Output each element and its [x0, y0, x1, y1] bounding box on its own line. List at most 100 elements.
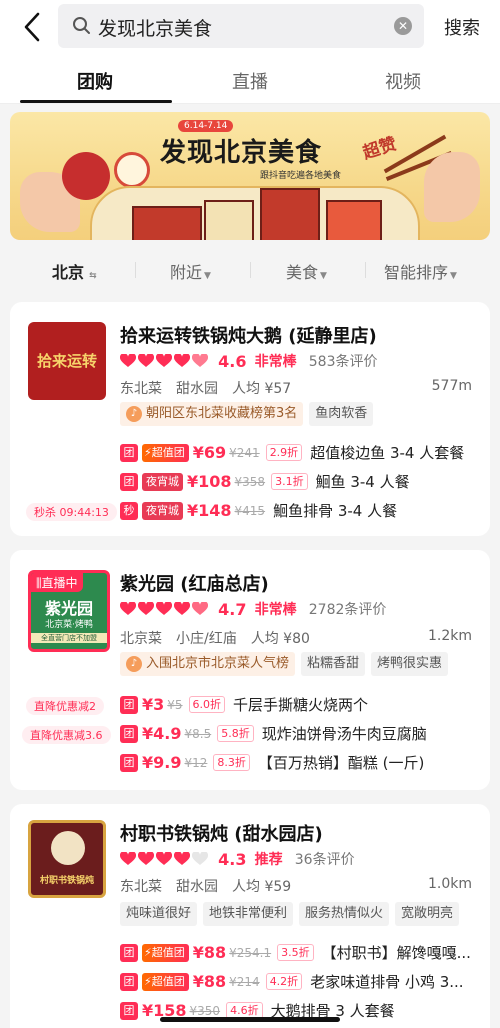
thumbnail-logo-text: 村职书铁锅炖	[39, 876, 94, 886]
score-label: 推荐	[254, 852, 283, 868]
shop-card[interactable]: 村职书铁锅炖 村职书铁锅炖 (甜水园店) 4.3 推荐 36条评价 东北菜 甜水园…	[10, 804, 490, 1028]
review-count[interactable]: 2782条评价	[309, 602, 387, 618]
tab-video[interactable]: 视频	[348, 68, 458, 94]
heart-icon	[155, 353, 173, 368]
deal-price: ¥9.9	[142, 753, 182, 772]
chevron-left-icon	[24, 12, 40, 42]
building-illustration	[260, 188, 320, 240]
tab-group-buy[interactable]: 团购	[40, 68, 150, 94]
map-illustration	[90, 186, 420, 240]
rank-tag[interactable]: ♪ 朝阳区东北菜收藏榜第3名	[120, 402, 304, 426]
deal-price: ¥148	[187, 501, 232, 520]
discount: 4.2折	[265, 973, 303, 990]
deal-item[interactable]: 团 ⚡超值团 ¥69 ¥241 2.9折 超值梭边鱼 3-4 人套餐	[120, 442, 464, 464]
deal-kind: 团	[120, 472, 138, 491]
filter-city[interactable]: 北京 ⇆	[52, 259, 97, 283]
tab-live[interactable]: 直播	[195, 68, 305, 94]
thumbnail-subtitle: 北京菜·烤鸭	[45, 620, 93, 630]
deal-kind: 团	[120, 943, 138, 962]
caret-down-icon: ▼	[320, 271, 327, 281]
deal-kind: 团	[120, 443, 138, 462]
filter-sort[interactable]: 智能排序 ▼	[384, 259, 457, 283]
original-price: ¥12	[184, 755, 208, 770]
filter-category[interactable]: 美食 ▼	[286, 259, 327, 283]
shop-thumbnail[interactable]: 村职书铁锅炖	[28, 820, 106, 898]
shop-name[interactable]: 紫光园 (红庙总店)	[120, 570, 269, 596]
filter-nearby[interactable]: 附近 ▼	[170, 259, 211, 283]
home-indicator[interactable]	[160, 1017, 340, 1022]
deal-item[interactable]: 团 ⚡超值团 ¥88 ¥214 4.2折 老家味道排骨 小鸡 3...	[120, 971, 464, 993]
search-icon	[73, 17, 90, 34]
search-button[interactable]: 搜索	[444, 14, 480, 40]
score-label: 非常棒	[254, 602, 297, 618]
clear-icon[interactable]: ✕	[394, 17, 412, 35]
divider	[135, 262, 136, 278]
deal-item[interactable]: 团 ¥3 ¥5 6.0折 千层手撕糖火烧两个	[120, 694, 368, 716]
deal-name: 超值梭边鱼 3-4 人套餐	[310, 444, 465, 462]
heart-icon	[173, 601, 191, 616]
deal-item[interactable]: 团 ¥9.9 ¥12 8.3折 【百万热销】酯糕 (一斤)	[120, 752, 424, 774]
heart-icon	[137, 851, 155, 866]
hand-illustration	[424, 152, 480, 222]
deal-item[interactable]: 团 ⚡超值团 ¥88 ¥254.1 3.5折 【村职书】解馋嘎嘎...	[120, 942, 471, 964]
deal-price: ¥3	[142, 695, 165, 714]
badge-label: 超值团	[151, 445, 185, 459]
shop-name[interactable]: 拾来运转铁锅炖大鹅 (延静里店)	[120, 322, 377, 348]
deal-kind: 团	[120, 695, 138, 714]
super-deal-badge: ⚡超值团	[142, 943, 189, 962]
night-badge: 夜宵城	[142, 501, 183, 520]
deal-kind: 秒	[120, 501, 138, 520]
search-input[interactable]: 发现北京美食 ✕	[58, 4, 424, 48]
live-badge[interactable]: ⫼直播中	[31, 573, 83, 592]
rating-hearts	[119, 851, 214, 867]
deal-kind: 团	[120, 724, 138, 743]
heart-icon	[119, 851, 137, 866]
heart-icon	[173, 851, 191, 866]
mascot-illustration	[51, 831, 85, 865]
divider	[365, 262, 366, 278]
deal-name: 鮰鱼 3-4 人餐	[315, 473, 410, 491]
review-count[interactable]: 36条评价	[295, 852, 355, 868]
shop-name[interactable]: 村职书铁锅炖 (甜水园店)	[120, 820, 323, 846]
shop-area: 小庄/红庙	[176, 631, 237, 647]
original-price: ¥415	[234, 503, 266, 518]
shop-meta: 东北菜 甜水园 人均 ¥59	[120, 876, 305, 896]
rating-row: 4.3 推荐 36条评价	[119, 849, 355, 869]
deal-name: 【百万热销】酯糕 (一斤)	[257, 754, 425, 772]
divider	[250, 262, 251, 278]
shop-thumbnail[interactable]: ⫼直播中 紫光园 北京菜·烤鸭 全直营门店不加盟	[28, 570, 110, 652]
rank-tag[interactable]: ♪ 入围北京市北京菜人气榜	[120, 652, 296, 676]
building-illustration	[132, 206, 202, 240]
shop-card[interactable]: ⫼直播中 紫光园 北京菜·烤鸭 全直营门店不加盟 紫光园 (红庙总店) 4.7 …	[10, 550, 490, 790]
heart-icon	[191, 851, 209, 866]
deal-kind: 团	[120, 753, 138, 772]
tab-underline	[20, 100, 172, 103]
super-deal-badge: ⚡超值团	[142, 972, 189, 991]
heart-icon	[173, 353, 191, 368]
shop-category: 北京菜	[120, 631, 162, 647]
shop-thumbnail[interactable]: 拾来运转	[28, 322, 106, 400]
badge-label: 超值团	[151, 945, 185, 959]
tag: 服务热情似火	[299, 902, 390, 926]
original-price: ¥350	[189, 1003, 221, 1018]
review-count[interactable]: 583条评价	[309, 354, 378, 370]
back-button[interactable]	[18, 10, 50, 44]
deal-item[interactable]: 团夜宵城 ¥108 ¥358 3.1折 鮰鱼 3-4 人餐	[120, 471, 410, 493]
caret-down-icon: ▼	[204, 271, 211, 281]
shop-meta: 北京菜 小庄/红庙 人均 ¥80	[120, 628, 324, 648]
rating-row: 4.6 非常棒 583条评价	[119, 351, 378, 371]
tag: 炖味道很好	[120, 902, 198, 926]
discount: 5.8折	[217, 725, 254, 742]
shop-card[interactable]: 拾来运转 拾来运转铁锅炖大鹅 (延静里店) 4.6 非常棒 583条评价 东北菜…	[10, 302, 490, 536]
swap-icon: ⇆	[86, 271, 97, 281]
rank-tag-label: 入围北京市北京菜人气榜	[146, 656, 290, 671]
deal-item[interactable]: 秒夜宵城 ¥148 ¥415 鮰鱼排骨 3-4 人餐	[120, 500, 397, 522]
thumbnail-note: 全直营门店不加盟	[31, 633, 107, 643]
banner-date: 6.14-7.14	[178, 120, 234, 132]
deal-item[interactable]: 团 ¥4.9 ¥8.5 5.8折 现炸油饼骨汤牛肉豆腐脑	[120, 723, 427, 745]
night-badge: 夜宵城	[142, 472, 183, 491]
distance: 1.2km	[427, 628, 472, 644]
deal-name: 现炸油饼骨汤牛肉豆腐脑	[261, 725, 427, 743]
filter-category-label: 美食	[286, 263, 319, 282]
promo-banner[interactable]: 6.14-7.14 发现北京美食 跟抖音吃遍各地美食 超赞	[10, 112, 490, 240]
